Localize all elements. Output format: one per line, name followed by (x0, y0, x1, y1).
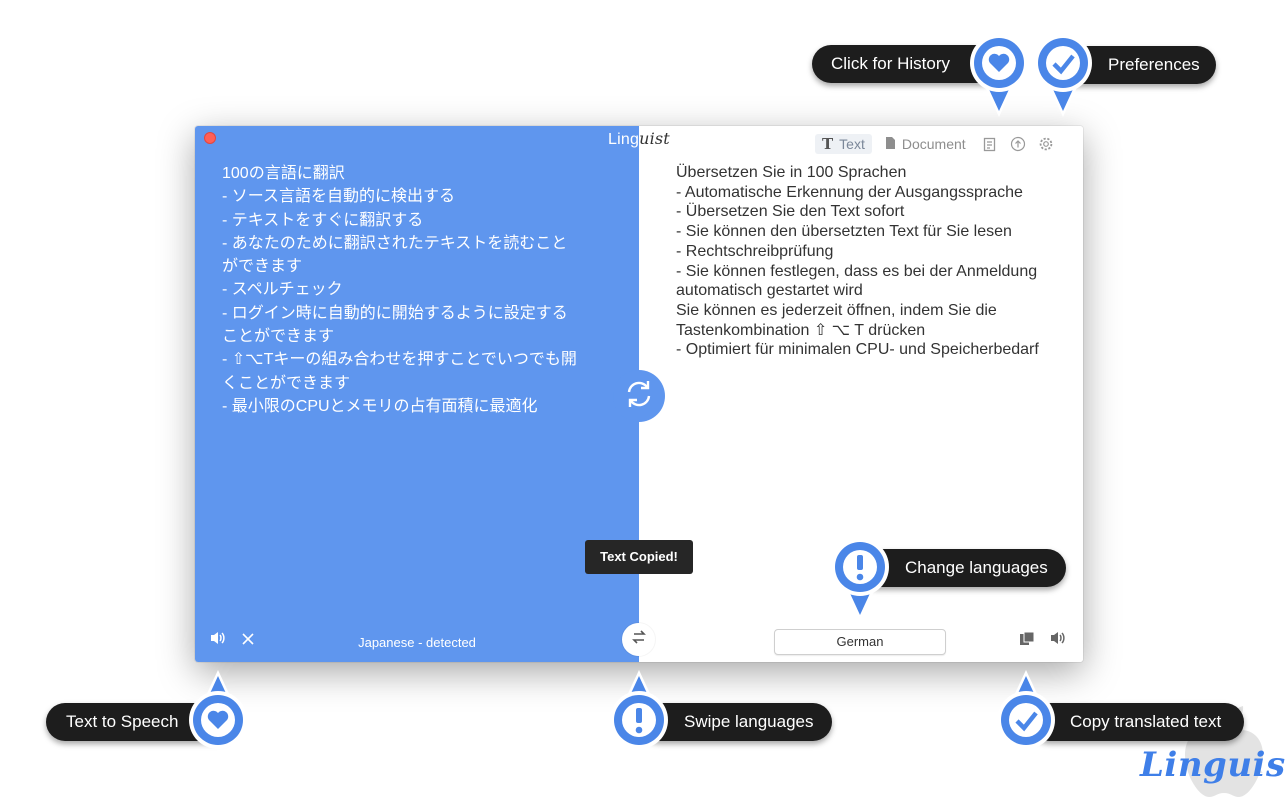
source-pane: 100の言語に翻訳 - ソース言語を自動的に検出する - テキストをすぐに翻訳す… (195, 126, 639, 662)
tab-document[interactable]: Document (878, 134, 973, 154)
tab-text-label: Text (839, 136, 865, 152)
history-icon[interactable] (979, 134, 1001, 154)
exclamation-icon (636, 708, 642, 723)
app-title-prefix: Ling (608, 131, 640, 148)
badge-history (969, 33, 1029, 117)
target-language-select[interactable]: German (774, 629, 946, 655)
swap-languages-button[interactable] (622, 623, 655, 656)
source-text-area[interactable]: 100の言語に翻訳 - ソース言語を自動的に検出する - テキストをすぐに翻訳す… (222, 162, 602, 418)
callout-change-languages-label: Change languages (905, 558, 1048, 577)
text-icon: T (822, 135, 834, 153)
badge-copy-translated (996, 664, 1056, 749)
refresh-icon (622, 377, 656, 416)
source-controls (209, 630, 254, 651)
close-button[interactable] (204, 132, 216, 144)
refresh-translate-button[interactable] (613, 370, 665, 422)
callout-copy-translated: Copy translated text (1030, 703, 1244, 741)
speaker-icon[interactable] (209, 630, 227, 651)
swap-arrows-icon (631, 629, 647, 650)
badge-text-to-speech (188, 664, 248, 749)
tab-text[interactable]: T Text (815, 134, 872, 154)
callout-preferences-label: Preferences (1108, 55, 1200, 74)
badge-preferences (1033, 33, 1093, 117)
callout-history-label: Click for History (831, 54, 951, 73)
app-title: Linguist (608, 129, 670, 149)
target-controls (1019, 630, 1067, 651)
tab-document-label: Document (901, 136, 966, 152)
gear-icon[interactable] (1035, 134, 1057, 154)
exclamation-icon (857, 555, 863, 570)
callout-copy-translated-label: Copy translated text (1070, 712, 1222, 731)
badge-swipe-languages (609, 664, 669, 749)
translated-text-area[interactable]: Übersetzen Sie in 100 Sprachen - Automat… (676, 163, 1076, 360)
source-language-label[interactable]: Japanese - detected (315, 635, 519, 650)
callout-text-to-speech-label: Text to Speech (66, 712, 179, 731)
screenshot-stage: 100の言語に翻訳 - ソース言語を自動的に検出する - テキストをすぐに翻訳す… (0, 0, 1286, 804)
speaker-icon[interactable] (1049, 630, 1067, 651)
upload-icon[interactable] (1007, 134, 1029, 154)
callout-swipe-languages-label: Swipe languages (684, 712, 814, 731)
brand-logo: Linguist (1140, 745, 1286, 785)
badge-change-languages (830, 537, 890, 621)
toolbar: T Text Document (815, 134, 1057, 154)
clear-icon[interactable] (242, 632, 254, 650)
document-icon (885, 136, 896, 153)
text-copied-toast: Text Copied! (585, 540, 693, 574)
app-title-suffix: uist (639, 129, 670, 148)
clipboard-icon[interactable] (1019, 631, 1035, 651)
